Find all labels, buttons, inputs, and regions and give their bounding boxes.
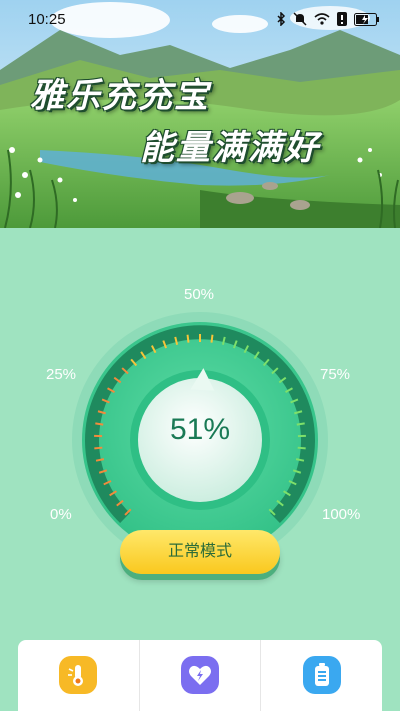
- status-time: 10:25: [28, 11, 66, 28]
- wifi-icon: [314, 11, 330, 30]
- gauge-tick: [296, 422, 305, 426]
- tool-battery-health[interactable]: [140, 640, 262, 711]
- battery-icon: [302, 656, 341, 694]
- temperature-icon: [59, 656, 98, 694]
- battery-percentage: 51%: [169, 413, 231, 446]
- banner: 10:25 雅乐充充宝 能量满满好: [0, 0, 400, 228]
- headline-line-2: 能量满满好: [140, 128, 320, 168]
- battery-charging-icon: [354, 11, 380, 30]
- status-icons: [276, 11, 380, 30]
- alert-icon: [337, 11, 347, 30]
- gauge-tick: [297, 446, 306, 450]
- gauge-tick: [186, 334, 190, 343]
- gauge-label-50: 50%: [184, 286, 215, 303]
- gauge-tick: [210, 334, 214, 343]
- tools-card: [18, 640, 382, 711]
- tool-battery-info[interactable]: [261, 640, 382, 711]
- bluetooth-icon: [276, 11, 286, 30]
- heart-bolt-icon: [181, 656, 219, 694]
- mute-icon: [293, 11, 307, 30]
- status-bar: 10:25: [0, 0, 400, 38]
- mode-button[interactable]: 正常模式: [120, 530, 280, 574]
- battery-gauge: 50% 25% 75% 0% 100% 51% 正常模式: [0, 228, 400, 648]
- gauge-tick: [95, 422, 104, 426]
- gauge-label-0: 0%: [50, 506, 72, 523]
- gauge-tick: [94, 446, 103, 450]
- headline-line-1: 雅乐充充宝: [30, 76, 210, 116]
- tool-temperature[interactable]: [18, 640, 140, 711]
